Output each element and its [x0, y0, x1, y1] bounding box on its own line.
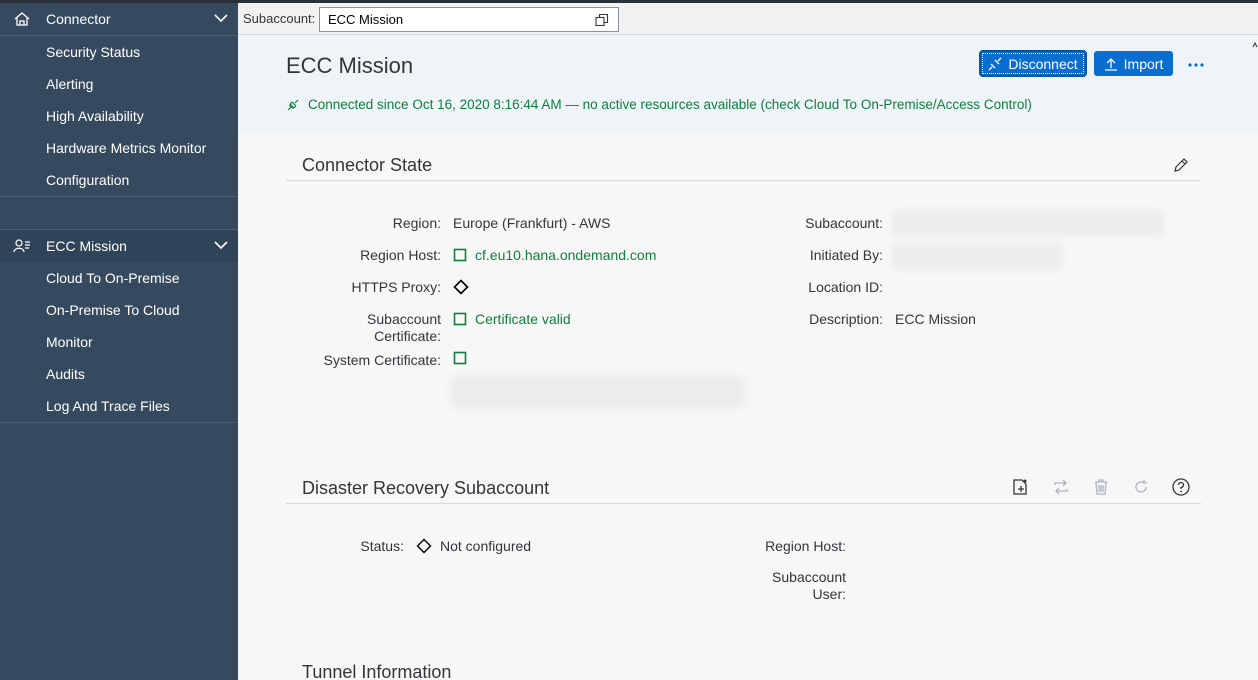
add-document-icon[interactable]	[1010, 477, 1030, 497]
subaccount-input[interactable]: ECC Mission	[319, 7, 619, 32]
location-id-label: Location ID:	[808, 279, 883, 295]
switch-icon	[1054, 479, 1068, 495]
dr-subaccount-user-label: Subaccount User:	[772, 569, 846, 602]
region-host-value: cf.eu10.hana.ondemand.com	[453, 247, 656, 263]
connected-icon	[287, 99, 299, 110]
object-header: ECC Mission Connected since Oct 16, 2020…	[238, 35, 1258, 132]
disconnect-icon	[988, 57, 1002, 70]
description-value: ECC Mission	[895, 311, 976, 327]
success-status-icon	[453, 248, 467, 262]
edit-icon[interactable]	[1171, 155, 1191, 175]
connection-status-text: Connected since Oct 16, 2020 8:16:44 AM …	[308, 97, 1032, 112]
sidebar-item-high-availability[interactable]: High Availability	[0, 100, 238, 132]
dr-region-host-label: Region Host:	[765, 538, 846, 554]
https-proxy-label: HTTPS Proxy:	[351, 279, 441, 295]
connection-status: Connected since Oct 16, 2020 8:16:44 AM …	[286, 97, 1032, 112]
sidebar-item-security-status[interactable]: Security Status	[0, 36, 238, 68]
import-button-label: Import	[1123, 55, 1164, 72]
subaccount-certificate-label: Subaccount Certificate:	[367, 311, 441, 344]
sidebar-group-ecc-mission[interactable]: ECC Mission	[0, 230, 238, 262]
section-title-tunnel-information: Tunnel Information	[302, 662, 452, 680]
help-icon[interactable]	[1171, 477, 1191, 497]
section-divider	[286, 503, 1201, 504]
upload-icon	[1104, 57, 1117, 71]
sidebar-item-audits[interactable]: Audits	[0, 358, 238, 390]
chevron-down-icon[interactable]	[214, 13, 228, 23]
diamond-status-icon	[416, 538, 432, 554]
region-host-label: Region Host:	[360, 247, 441, 263]
window-top-border	[0, 0, 1258, 3]
user-list-icon	[13, 239, 30, 253]
divider	[0, 422, 238, 423]
disconnect-button[interactable]: Disconnect	[980, 51, 1086, 76]
disconnect-button-label: Disconnect	[1008, 55, 1078, 72]
section-title-connector-state: Connector State	[302, 155, 433, 175]
section-divider	[286, 180, 1201, 181]
sidebar-group-label: ECC Mission	[46, 238, 127, 254]
sidebar-group-label: Connector	[46, 11, 111, 27]
scrollbar-up-arrow[interactable]	[1252, 40, 1258, 50]
redacted-initiated-by	[893, 244, 1063, 270]
section-title-disaster-recovery: Disaster Recovery Subaccount	[302, 478, 550, 498]
import-button[interactable]: Import	[1094, 51, 1173, 76]
diamond-status-icon	[453, 279, 469, 295]
sidebar-item-on-premise-to-cloud[interactable]: On-Premise To Cloud	[0, 294, 238, 326]
overflow-menu-icon[interactable]	[1186, 59, 1206, 71]
sidebar-item-configuration[interactable]: Configuration	[0, 164, 238, 196]
sidebar: Connector Security Status Alerting High …	[0, 0, 238, 680]
redacted-subaccount	[893, 210, 1163, 236]
subaccount-certificate-text: Certificate valid	[475, 311, 571, 327]
sidebar-item-log-and-trace-files[interactable]: Log And Trace Files	[0, 390, 238, 422]
value-help-icon[interactable]	[595, 13, 609, 27]
subaccount-bar: Subaccount: ECC Mission	[238, 3, 1258, 35]
dr-status-value: Not configured	[416, 538, 531, 554]
subaccount-input-value: ECC Mission	[328, 12, 404, 27]
home-icon	[14, 12, 30, 26]
sidebar-item-monitor[interactable]: Monitor	[0, 326, 238, 358]
dr-status-label: Status:	[360, 538, 404, 554]
initiated-by-label: Initiated By:	[809, 247, 883, 263]
success-status-icon	[453, 351, 467, 365]
sidebar-group-connector[interactable]: Connector	[0, 3, 238, 35]
region-value: Europe (Frankfurt) - AWS	[453, 215, 611, 231]
redacted-system-certificate	[450, 376, 745, 408]
dr-status-text: Not configured	[440, 538, 532, 554]
refresh-icon	[1135, 480, 1147, 493]
subaccount-label: Subaccount:	[243, 11, 316, 26]
sidebar-item-cloud-to-on-premise[interactable]: Cloud To On-Premise	[0, 262, 238, 294]
subaccount-label: Subaccount:	[805, 215, 883, 231]
description-label: Description:	[809, 311, 883, 327]
success-status-icon	[453, 312, 467, 326]
system-certificate-label: System Certificate:	[323, 352, 441, 368]
sidebar-item-hardware-metrics-monitor[interactable]: Hardware Metrics Monitor	[0, 132, 238, 164]
region-host-text: cf.eu10.hana.ondemand.com	[475, 247, 657, 263]
sidebar-item-alerting[interactable]: Alerting	[0, 68, 238, 100]
subaccount-certificate-value: Certificate valid	[453, 311, 571, 327]
page-title: ECC Mission	[286, 53, 414, 78]
chevron-down-icon[interactable]	[214, 240, 228, 250]
delete-icon	[1095, 479, 1107, 495]
region-label: Region:	[392, 215, 441, 231]
